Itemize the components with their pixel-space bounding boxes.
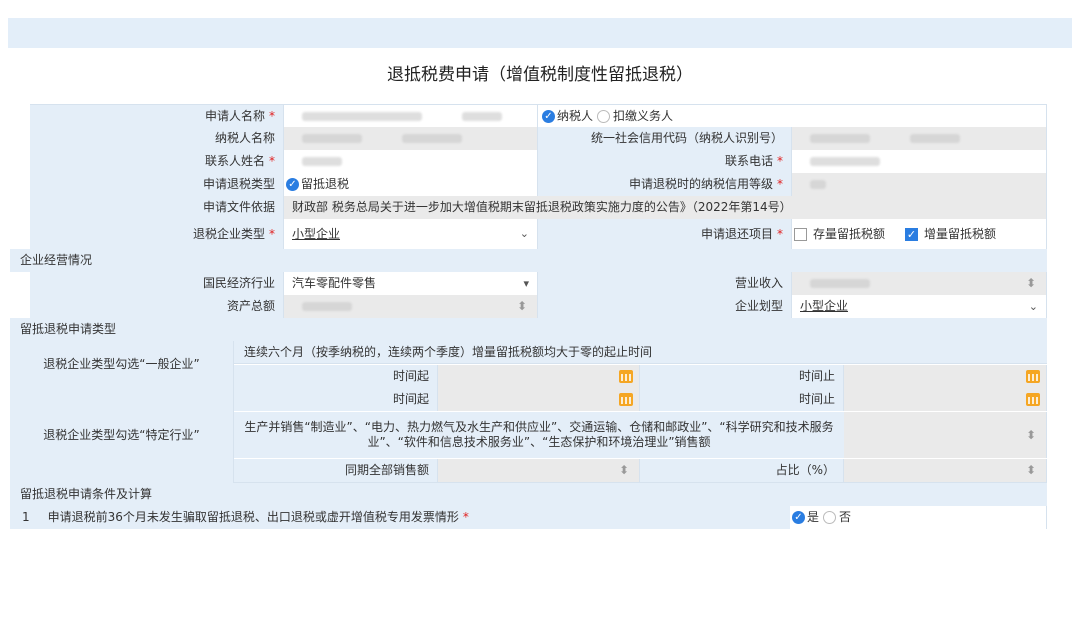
credit-grade-value — [792, 173, 1047, 196]
form-row: 申请文件依据 财政部 税务总局关于进一步加大增值税期末留抵退税政策实施力度的公告… — [30, 196, 1047, 219]
refund-item-label: 申请退还项目 * — [538, 219, 792, 249]
condition-text: 1 申请退税前36个月未发生骗取留抵退税、出口退税或虚开增值税专用发票情形 * — [10, 506, 790, 529]
general-time-end-label: 时间止 — [640, 365, 844, 388]
form-row: 联系人姓名 * 联系电话 * — [30, 150, 1047, 173]
section-header: 留抵退税申请类型 — [10, 318, 1047, 341]
special-label: 退税企业类型勾选“特定行业” — [10, 388, 234, 483]
refund-type-value[interactable]: ✓ 留抵退税 — [284, 173, 538, 196]
taxpayer-name-value — [284, 127, 538, 150]
division-label: 企业划型 — [538, 295, 792, 318]
special-time-end-input[interactable] — [844, 388, 1047, 411]
applicant-role-group[interactable]: ✓ 纳税人 扣缴义务人 — [538, 105, 1047, 128]
contact-name-label: 联系人姓名 * — [30, 150, 284, 173]
check-icon: ✓ — [542, 110, 555, 123]
spinner-icon[interactable]: ⬍ — [517, 295, 527, 318]
contact-name-input[interactable] — [284, 150, 538, 173]
radio-icon[interactable] — [597, 110, 611, 123]
general-block: 退税企业类型勾选“一般企业” 连续六个月（按季纳税的，连续两个季度）增量留抵税额… — [10, 341, 1047, 388]
calendar-icon[interactable] — [1026, 393, 1040, 406]
chevron-down-icon: ⌄ — [1028, 300, 1038, 313]
form-row: 纳税人名称 统一社会信用代码（纳税人识别号） — [30, 127, 1047, 150]
revenue-input[interactable]: ⬍ — [792, 272, 1047, 295]
credit-code-value — [792, 127, 1047, 150]
form-row: 国民经济行业 汽车零配件零售 ▾ 营业收入 ⬍ — [30, 272, 1047, 295]
checkbox-incremental[interactable]: ✓ — [905, 228, 919, 241]
section-header: 留抵退税申请条件及计算 — [10, 483, 1047, 506]
general-label: 退税企业类型勾选“一般企业” — [10, 341, 234, 388]
phone-label: 联系电话 * — [538, 150, 792, 173]
refund-type-label: 申请退税类型 — [30, 173, 284, 196]
applicant-name-label: 申请人名称 * — [30, 105, 284, 128]
section-header: 企业经营情况 — [10, 249, 1047, 272]
taxpayer-name-label: 纳税人名称 — [30, 127, 284, 150]
special-time-start-label: 时间起 — [234, 388, 438, 411]
industry-select[interactable]: 汽车零配件零售 ▾ — [284, 272, 538, 295]
spinner-icon[interactable]: ⬍ — [1026, 272, 1036, 295]
assets-input[interactable]: ⬍ — [284, 295, 538, 318]
form-row: 资产总额 ⬍ 企业划型 小型企业 ⌄ — [30, 295, 1047, 318]
special-time-end-label: 时间止 — [640, 388, 844, 411]
chevron-down-icon: ⌄ — [519, 227, 529, 240]
revenue-label: 营业收入 — [538, 272, 792, 295]
page-title: 退抵税费申请（增值税制度性留抵退税） — [387, 65, 693, 85]
basis-value: 财政部 税务总局关于进一步加大增值税期末留抵退税政策实施力度的公告》（2022年… — [284, 196, 1047, 219]
applicant-name-input[interactable] — [284, 105, 538, 128]
spinner-icon[interactable]: ⬍ — [1026, 459, 1036, 482]
phone-input[interactable] — [792, 150, 1047, 173]
radio-icon[interactable] — [823, 511, 837, 524]
spinner-icon[interactable]: ⬍ — [619, 459, 629, 482]
condition-row: 1 申请退税前36个月未发生骗取留抵退税、出口退税或虚开增值税专用发票情形 * ✓ 是… — [10, 506, 1047, 529]
special-sales-input[interactable]: ⬍ — [844, 412, 1047, 458]
role-withholding-agent[interactable]: 扣缴义务人 — [613, 109, 673, 123]
calendar-icon[interactable] — [619, 370, 633, 383]
general-desc: 连续六个月（按季纳税的，连续两个季度）增量留抵税额均大于零的起止时间 — [234, 341, 1047, 364]
general-time-start-label: 时间起 — [234, 365, 438, 388]
condition-choice[interactable]: ✓ 是否 — [790, 506, 1047, 529]
ratio-label: 占比（%） — [640, 459, 844, 482]
special-time-start-input[interactable] — [438, 388, 640, 411]
general-time-end-input[interactable] — [844, 365, 1047, 388]
enterprise-type-label: 退税企业类型 * — [30, 219, 284, 249]
basis-label: 申请文件依据 — [30, 196, 284, 219]
calendar-icon[interactable] — [619, 393, 633, 406]
business-section-title: 企业经营情况 — [10, 249, 1047, 272]
division-select[interactable]: 小型企业 ⌄ — [792, 295, 1047, 318]
form-row: 申请退税类型 ✓ 留抵退税 申请退税时的纳税信用等级 * — [30, 173, 1047, 196]
total-sales-input[interactable]: ⬍ — [438, 459, 640, 482]
assets-label: 资产总额 — [30, 295, 284, 318]
role-taxpayer[interactable]: 纳税人 — [557, 109, 593, 123]
refund-form: 申请人名称 * ✓ 纳税人 扣缴义务人 纳税人名称 统一社会信用代码（纳税人识别号） … — [10, 104, 1047, 529]
conditions-section-title: 留抵退税申请条件及计算 — [10, 483, 1047, 506]
form-row: 申请人名称 * ✓ 纳税人 扣缴义务人 — [30, 104, 1047, 128]
top-bar — [8, 18, 1072, 48]
general-time-start-input[interactable] — [438, 365, 640, 388]
total-sales-label: 同期全部销售额 — [234, 459, 438, 482]
checkbox-stock[interactable] — [794, 228, 807, 241]
special-block: 退税企业类型勾选“特定行业” 时间起 时间止 生产并销售“制造业”、“电力、热力… — [10, 388, 1047, 483]
industry-label: 国民经济行业 — [30, 272, 284, 295]
caret-down-icon: ▾ — [523, 277, 529, 290]
credit-grade-label: 申请退税时的纳税信用等级 * — [538, 173, 792, 196]
refund-item-group[interactable]: 存量留抵税额 ✓ 增量留抵税额 — [792, 219, 1047, 249]
calendar-icon[interactable] — [1026, 370, 1040, 383]
spinner-icon[interactable]: ⬍ — [1026, 412, 1036, 458]
refund-type-section-title: 留抵退税申请类型 — [10, 318, 1047, 341]
ratio-input[interactable]: ⬍ — [844, 459, 1047, 482]
check-icon: ✓ — [286, 178, 299, 191]
enterprise-type-select[interactable]: 小型企业 ⌄ — [284, 219, 538, 249]
form-row: 退税企业类型 * 小型企业 ⌄ 申请退还项目 * 存量留抵税额 ✓ 增量留抵税额 — [30, 219, 1047, 249]
credit-code-label: 统一社会信用代码（纳税人识别号） — [538, 127, 792, 150]
check-icon: ✓ — [792, 511, 805, 524]
special-desc: 生产并销售“制造业”、“电力、热力燃气及水生产和供应业”、交通运输、仓储和邮政业… — [234, 412, 844, 458]
